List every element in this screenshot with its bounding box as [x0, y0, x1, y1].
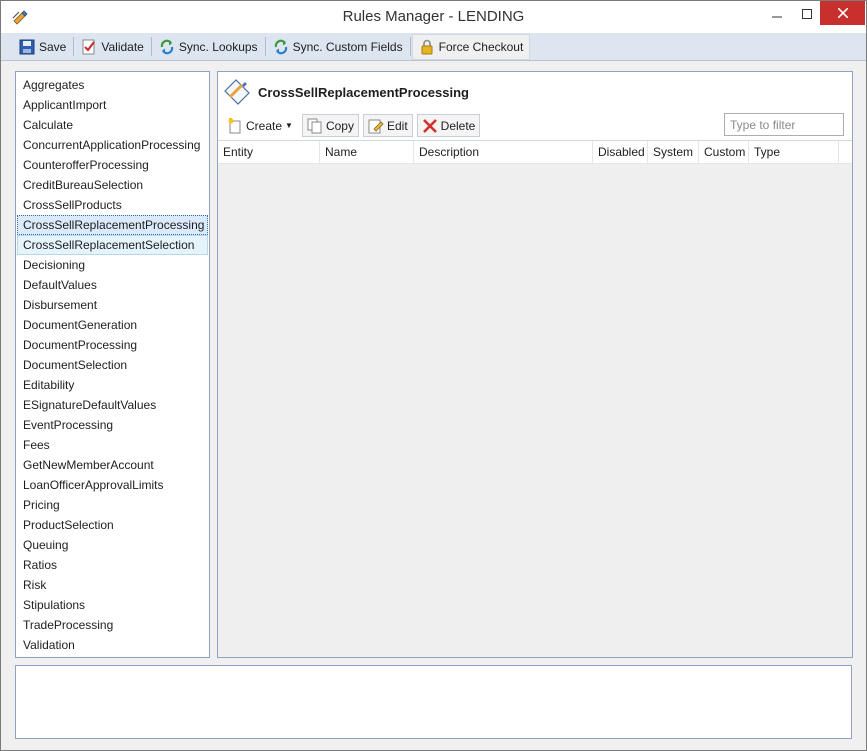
delete-x-icon [422, 118, 438, 134]
padlock-icon [419, 39, 435, 55]
grid-header: Entity Name Description Disabled System … [218, 141, 852, 164]
sync-custom-fields-label: Sync. Custom Fields [292, 40, 403, 54]
list-item[interactable]: Queuing [17, 535, 208, 555]
list-item[interactable]: Decisioning [17, 255, 208, 275]
toolbar-separator [150, 37, 152, 56]
main-toolbar: Save Validate Sync. Lookups Sync. Custom… [1, 33, 866, 61]
panel-header: CrossSellReplacementProcessing [222, 77, 469, 107]
list-item[interactable]: ESignatureDefaultValues [17, 395, 208, 415]
list-item[interactable]: CrossSellProducts [17, 195, 208, 215]
chevron-down-icon: ▼ [285, 121, 293, 130]
list-item[interactable]: DocumentSelection [17, 355, 208, 375]
validate-button[interactable]: Validate [75, 34, 149, 60]
panel-title: CrossSellReplacementProcessing [258, 84, 469, 100]
list-item[interactable]: CrossSellReplacementSelection [17, 235, 208, 255]
column-header-name[interactable]: Name [320, 141, 414, 164]
sync-icon [159, 39, 175, 55]
validate-label: Validate [101, 40, 144, 54]
filter-input[interactable] [724, 113, 844, 136]
toolbar-separator [73, 37, 75, 56]
copy-icon [307, 118, 323, 134]
edit-button[interactable]: Edit [362, 114, 413, 137]
edit-pencil-icon [368, 118, 384, 134]
list-item[interactable]: DocumentProcessing [17, 335, 208, 355]
list-item[interactable]: CounterofferProcessing [17, 155, 208, 175]
close-button[interactable] [820, 1, 865, 25]
close-icon [837, 8, 848, 18]
list-item[interactable]: ProductSelection [17, 515, 208, 535]
list-item[interactable]: Calculate [17, 115, 208, 135]
minimize-button[interactable] [762, 1, 792, 26]
force-checkout-button[interactable]: Force Checkout [411, 34, 531, 60]
column-header-entity[interactable]: Entity [218, 141, 320, 164]
maximize-button[interactable] [792, 1, 822, 26]
sync-custom-fields-button[interactable]: Sync. Custom Fields [267, 34, 409, 60]
sync-lookups-label: Sync. Lookups [178, 40, 258, 54]
copy-button[interactable]: Copy [301, 114, 359, 137]
details-pane [15, 665, 852, 739]
list-item[interactable]: Pricing [17, 495, 208, 515]
list-item[interactable]: Fees [17, 435, 208, 455]
sync-lookups-button[interactable]: Sync. Lookups [153, 34, 264, 60]
list-item[interactable]: EventProcessing [17, 415, 208, 435]
create-new-icon [227, 117, 243, 134]
list-item[interactable]: Ratios [17, 555, 208, 575]
toolbar-separator [264, 37, 266, 56]
list-item[interactable]: GetNewMemberAccount [17, 455, 208, 475]
window-title: Rules Manager - LENDING [342, 8, 525, 25]
column-header-custom[interactable]: Custom [699, 141, 749, 164]
list-item[interactable]: Aggregates [17, 75, 208, 95]
list-item[interactable]: ConcurrentApplicationProcessing [17, 135, 208, 155]
edit-label: Edit [386, 118, 408, 133]
title-bar: Rules Manager - LENDING [1, 1, 866, 33]
list-item[interactable]: DefaultValues [17, 275, 208, 295]
minimize-icon [772, 16, 782, 17]
rule-category-list[interactable]: Aggregates ApplicantImport Calculate Concur… [15, 71, 210, 658]
column-header-disabled[interactable]: Disabled [593, 141, 648, 164]
maximize-icon [802, 8, 812, 19]
delete-label: Delete [440, 118, 476, 133]
floppy-disk-icon [19, 39, 35, 55]
column-header-filler [839, 141, 852, 164]
application-window: Rules Manager - LENDING Save Validate Sy… [0, 0, 867, 751]
copy-label: Copy [325, 118, 354, 133]
list-item[interactable]: Editability [17, 375, 208, 395]
create-button[interactable]: Create ▼ [222, 114, 298, 137]
list-item[interactable]: Disbursement [17, 295, 208, 315]
list-item[interactable]: Validation [17, 635, 208, 655]
validate-check-icon [81, 39, 97, 55]
list-item[interactable]: CrossSellReplacementProcessing [17, 215, 208, 235]
list-item[interactable]: DocumentGeneration [17, 315, 208, 335]
column-header-type[interactable]: Type [749, 141, 839, 164]
sync-icon [273, 39, 289, 55]
column-header-description[interactable]: Description [414, 141, 593, 164]
delete-button[interactable]: Delete [416, 114, 481, 137]
list-item[interactable]: Risk [17, 575, 208, 595]
list-item[interactable]: TradeProcessing [17, 615, 208, 635]
list-item[interactable]: CreditBureauSelection [17, 175, 208, 195]
save-label: Save [39, 40, 67, 54]
save-button[interactable]: Save [13, 34, 72, 60]
list-item[interactable]: Stipulations [17, 595, 208, 615]
create-label: Create [246, 118, 283, 133]
toolbar-separator [409, 37, 411, 56]
rules-panel: CrossSellReplacementProcessing Create ▼ [217, 71, 853, 658]
rules-grid[interactable]: Entity Name Description Disabled System … [218, 140, 852, 657]
rules-category-icon [222, 77, 252, 107]
list-item[interactable]: LoanOfficerApprovalLimits [17, 475, 208, 495]
force-checkout-label: Force Checkout [438, 40, 524, 54]
list-item[interactable]: ApplicantImport [17, 95, 208, 115]
column-header-system[interactable]: System [648, 141, 699, 164]
